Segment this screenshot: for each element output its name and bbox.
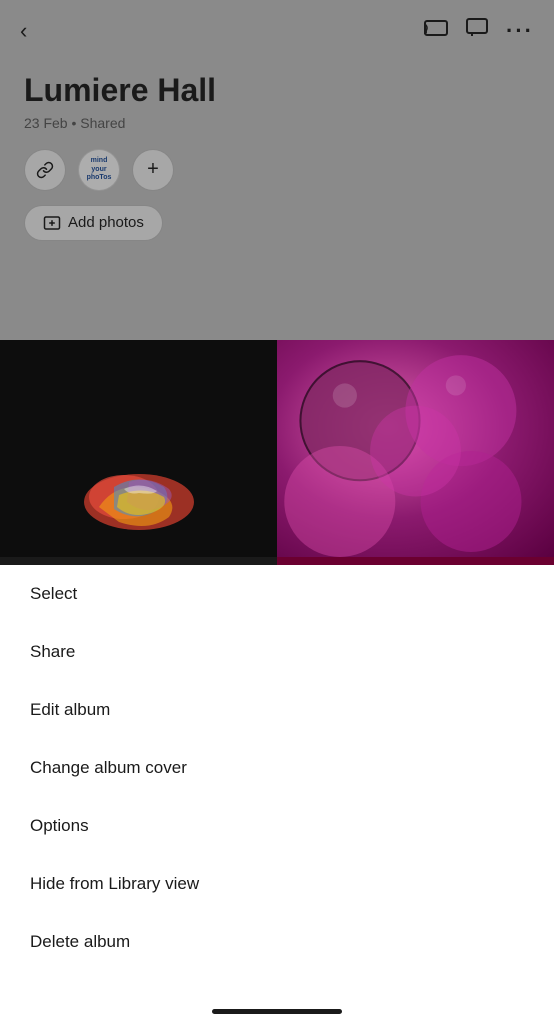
- avatar[interactable]: mindyourphoTos: [78, 149, 120, 191]
- top-nav: ‹ ···: [0, 0, 554, 44]
- home-indicator: [212, 1009, 342, 1014]
- add-photos-icon: [43, 214, 61, 232]
- album-actions: mindyourphoTos +: [0, 149, 554, 191]
- strip-right: [277, 557, 554, 565]
- grid-bottom: [0, 557, 554, 565]
- bubbles-svg: [277, 340, 554, 557]
- menu-item-delete[interactable]: Delete album: [0, 913, 554, 971]
- photo-grid: [0, 340, 554, 565]
- menu-item-hide[interactable]: Hide from Library view: [0, 855, 554, 913]
- add-photos-label: Add photos: [68, 214, 144, 231]
- photo-right[interactable]: [277, 340, 554, 557]
- add-photos-button[interactable]: Add photos: [24, 205, 163, 241]
- album-info: Lumiere Hall 23 Feb • Shared: [0, 44, 554, 131]
- add-person-button[interactable]: +: [132, 149, 174, 191]
- photo-left[interactable]: [0, 340, 277, 557]
- back-button[interactable]: ‹: [20, 18, 27, 44]
- more-icon[interactable]: ···: [506, 18, 534, 44]
- album-meta: 23 Feb • Shared: [24, 115, 530, 131]
- comment-icon[interactable]: [466, 18, 488, 44]
- menu-item-share[interactable]: Share: [0, 623, 554, 681]
- strip-left: [0, 557, 277, 565]
- album-header: ‹ ··· Lumiere Hall 23 Feb • Shared: [0, 0, 554, 340]
- menu-item-change-cover[interactable]: Change album cover: [0, 739, 554, 797]
- nav-left: ‹: [20, 18, 27, 44]
- cast-icon[interactable]: [424, 18, 448, 44]
- menu-item-select[interactable]: Select: [0, 565, 554, 623]
- menu-list: Select Share Edit album Change album cov…: [0, 565, 554, 971]
- grid-top: [0, 340, 554, 557]
- nav-right: ···: [424, 18, 534, 44]
- menu-item-options[interactable]: Options: [0, 797, 554, 855]
- link-button[interactable]: [24, 149, 66, 191]
- album-title: Lumiere Hall: [24, 72, 530, 109]
- art-piece: [69, 457, 209, 537]
- menu-item-edit-album[interactable]: Edit album: [0, 681, 554, 739]
